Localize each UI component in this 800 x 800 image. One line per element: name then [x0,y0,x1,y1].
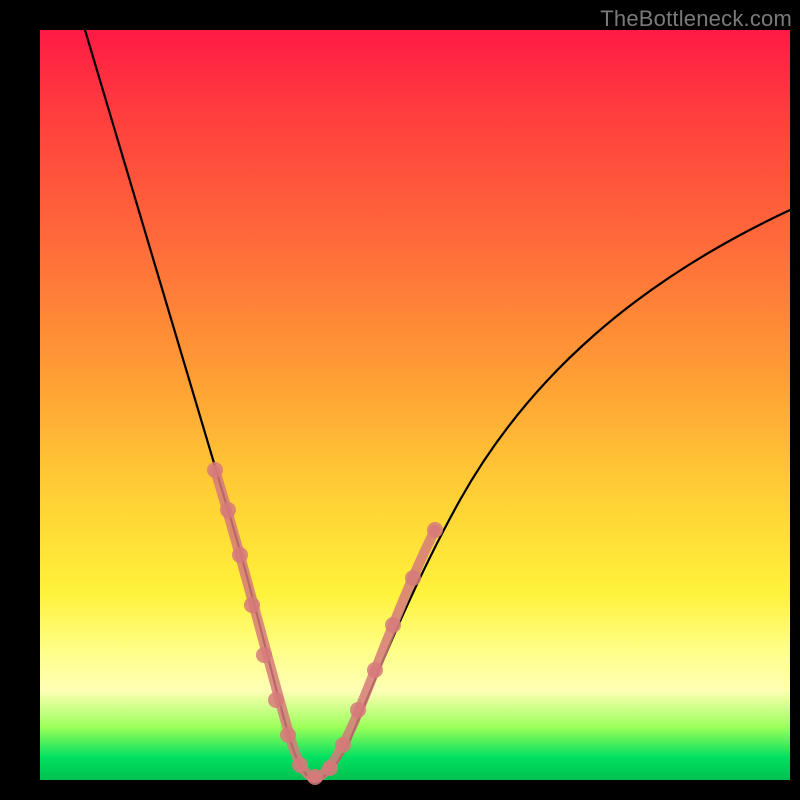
marker-dot [350,702,366,718]
marker-dot [307,769,323,785]
curve-svg [40,30,790,780]
marker-dot [232,547,248,563]
marker-dot [385,617,401,633]
marker-group [207,462,443,785]
marker-dot [268,692,284,708]
marker-dot [427,522,443,538]
marker-dot [280,727,296,743]
watermark-text: TheBottleneck.com [600,6,792,32]
bottleneck-curve-line [85,30,790,779]
marker-dot [292,757,308,773]
marker-dot [335,737,351,753]
highlight-right-branch [315,530,435,778]
chart-frame: TheBottleneck.com [0,0,800,800]
marker-dot [244,597,260,613]
marker-dot [256,647,272,663]
marker-dot [367,662,383,678]
marker-dot [405,570,421,586]
marker-dot [207,462,223,478]
marker-dot [220,502,236,518]
marker-dot [322,760,338,776]
plot-area [40,30,790,780]
